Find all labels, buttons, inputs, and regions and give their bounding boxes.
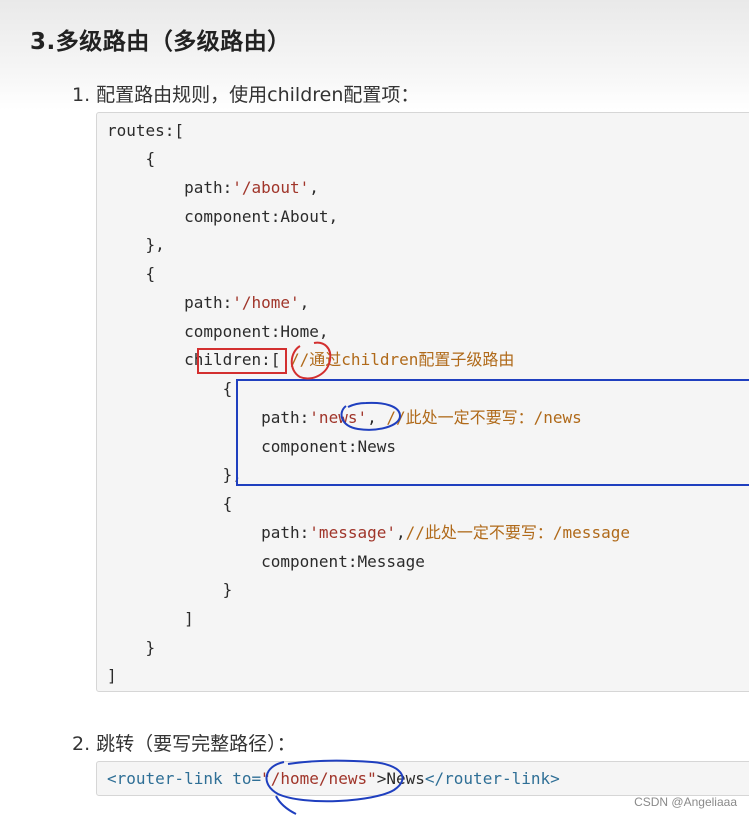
code-line-6: { bbox=[107, 264, 156, 283]
code-line-19: } bbox=[107, 638, 156, 657]
code-line-10: { bbox=[107, 379, 233, 398]
code-line-3: path:'/about', bbox=[107, 178, 319, 198]
code-punct: , bbox=[309, 178, 319, 197]
code-tag: </router-link> bbox=[424, 769, 560, 788]
code-string: '/about' bbox=[232, 178, 310, 197]
step-1-text: 1. 配置路由规则，使用children配置项： bbox=[72, 84, 420, 106]
code-key: path: bbox=[107, 178, 233, 197]
code-punct: , bbox=[299, 293, 310, 312]
code-line-15: path:'message',//此处一定不要写：/message bbox=[107, 523, 630, 543]
code-line-2: { bbox=[107, 149, 156, 168]
watermark: CSDN @Angeliaaa bbox=[634, 795, 737, 809]
code-comment: //此处一定不要写：/message bbox=[405, 523, 630, 542]
news-circle-annotation bbox=[340, 401, 402, 431]
path-circle-annotation bbox=[265, 759, 404, 815]
code-punct: , bbox=[396, 523, 406, 542]
code-line-20: ] bbox=[107, 666, 117, 685]
router-link-code-block: <router-link to="/home/news">News</route… bbox=[96, 761, 749, 796]
code-line-7: path:'/home', bbox=[107, 293, 309, 313]
code-line-1: routes:[ bbox=[107, 121, 185, 140]
code-key: path: bbox=[107, 293, 233, 312]
code-tag: <router-link to= bbox=[107, 769, 262, 788]
code-line-8: component:Home, bbox=[107, 322, 329, 341]
bracket-circle-annotation bbox=[290, 341, 332, 380]
code-line-17: } bbox=[107, 580, 233, 599]
code-string: 'message' bbox=[309, 523, 396, 542]
code-line-13: }, bbox=[107, 465, 242, 484]
child-route-highlight-box bbox=[236, 379, 749, 486]
code-line-4: component:About, bbox=[107, 207, 339, 226]
code-key: path: bbox=[107, 523, 310, 542]
code-line-18: ] bbox=[107, 609, 194, 628]
code-line-5: }, bbox=[107, 235, 165, 254]
children-highlight-box bbox=[197, 348, 287, 374]
section-heading: 3.多级路由（多级路由） bbox=[30, 29, 291, 55]
code-line-14: { bbox=[107, 494, 233, 513]
code-line-16: component:Message bbox=[107, 552, 425, 571]
step-2-text: 2. 跳转（要写完整路径）： bbox=[72, 733, 296, 755]
code-string: '/home' bbox=[232, 293, 300, 312]
